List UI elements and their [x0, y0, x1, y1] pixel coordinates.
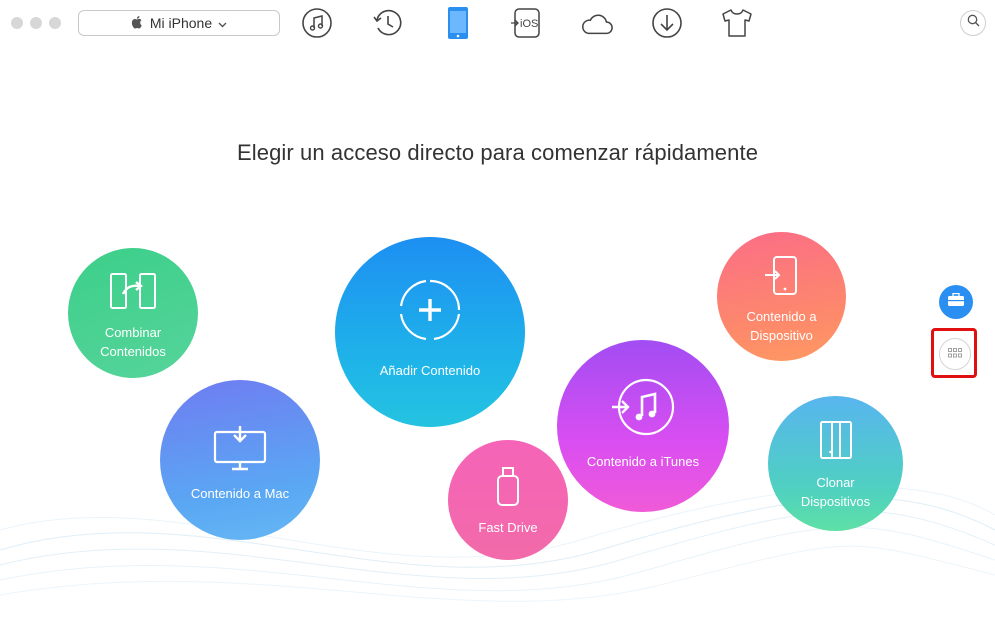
add-content-button[interactable]: Añadir Contenido: [335, 237, 525, 427]
apple-icon: [131, 15, 144, 32]
clone-icon: [819, 420, 853, 465]
device-name: Mi iPhone: [149, 15, 213, 31]
toolbox-icon: [947, 292, 965, 312]
music-note-icon[interactable]: [300, 6, 334, 40]
combine-label-1: Combinar: [104, 324, 162, 340]
add-content-label: Añadir Contenido: [379, 363, 481, 378]
monitor-icon: [213, 425, 267, 478]
search-button[interactable]: [960, 10, 986, 36]
mac-label: Contenido a Mac: [190, 486, 290, 501]
search-icon: [967, 14, 980, 32]
zoom-window-button[interactable]: [49, 17, 61, 29]
highlight-box: [931, 328, 977, 378]
content-to-device-button[interactable]: Contenido a Dispositivo: [717, 232, 846, 361]
page-title: Elegir un acceso directo para comenzar r…: [236, 140, 759, 165]
history-icon[interactable]: [371, 6, 405, 40]
download-icon[interactable]: [650, 6, 684, 40]
svg-text:iOS: iOS: [520, 18, 538, 30]
device-label-2: Dispositivo: [750, 328, 813, 343]
phone-import-icon: [764, 256, 800, 301]
combine-label-2: Contenidos: [100, 343, 166, 359]
fast-drive-label: Fast Drive: [478, 520, 538, 535]
fast-drive-button[interactable]: Fast Drive: [448, 440, 568, 560]
toolbar: Mi iPhone iOS: [0, 0, 995, 46]
clone-devices-button[interactable]: Clonar Dispositivos: [768, 396, 903, 531]
close-window-button[interactable]: [11, 17, 23, 29]
combine-content-button[interactable]: Combinar Contenidos: [68, 248, 198, 378]
clone-label: Clonar Dispositivos: [800, 475, 871, 509]
chevron-down-icon: [218, 15, 227, 31]
to-ios-icon[interactable]: iOS: [510, 6, 544, 40]
cloud-icon[interactable]: [580, 6, 614, 40]
device-selector[interactable]: Mi iPhone: [78, 10, 280, 36]
content-to-mac-button[interactable]: Contenido a Mac: [160, 380, 320, 540]
tshirt-icon[interactable]: [720, 6, 754, 40]
toolbox-button[interactable]: [939, 285, 973, 319]
content-to-itunes-button[interactable]: Contenido a iTunes: [557, 340, 729, 512]
add-icon: [398, 278, 462, 347]
usb-drive-icon: [496, 467, 520, 512]
phone-icon[interactable]: [441, 6, 475, 40]
minimize-window-button[interactable]: [30, 17, 42, 29]
device-label-1: Contenido a: [746, 309, 817, 324]
combine-icon: [109, 272, 157, 315]
itunes-icon: [610, 377, 676, 442]
itunes-label: Contenido a iTunes: [586, 454, 700, 469]
